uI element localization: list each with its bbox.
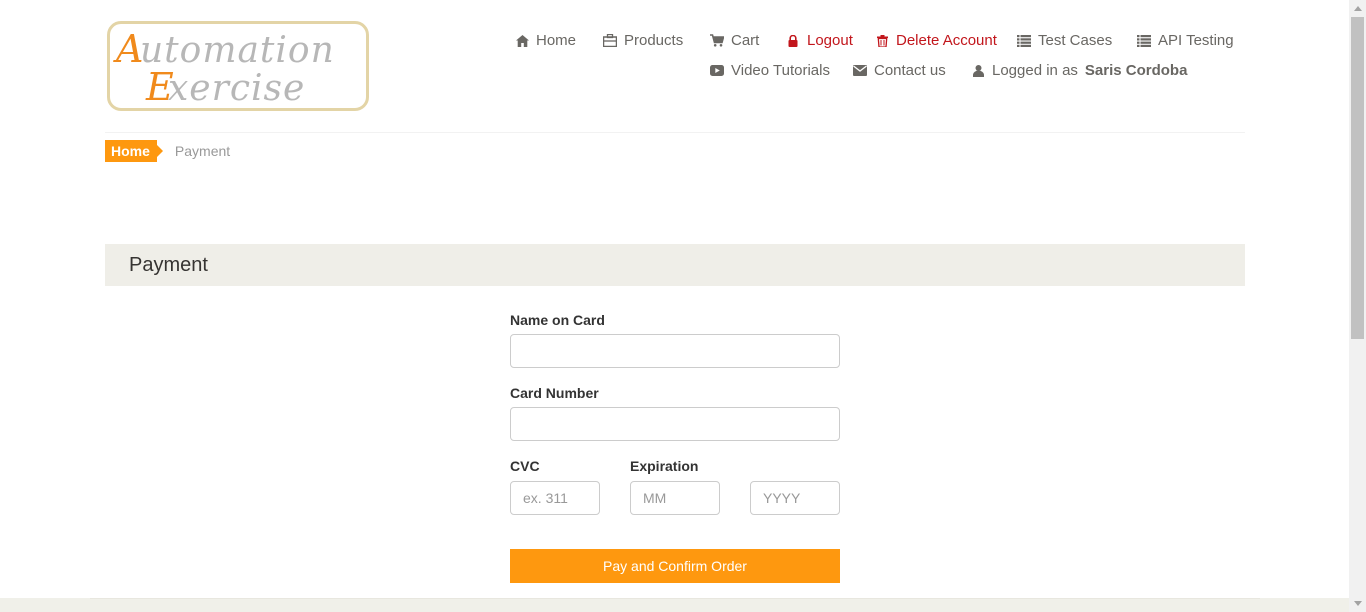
youtube-play-icon (710, 64, 724, 78)
trash-icon (875, 34, 889, 48)
nav-contact-us-label: Contact us (874, 62, 946, 79)
home-icon (515, 34, 529, 48)
nav-home[interactable]: Home (515, 32, 576, 49)
scroll-down-icon[interactable] (1349, 595, 1366, 612)
page-title: Payment (129, 254, 208, 276)
nav-video-tutorials-label: Video Tutorials (731, 62, 830, 79)
page-heading-bar: Payment (105, 244, 1245, 286)
payment-form: Name on Card Card Number CVC Expiration (510, 312, 840, 516)
cvc-label: CVC (510, 458, 540, 474)
cvc-input[interactable] (510, 481, 600, 515)
header-divider (105, 132, 1245, 133)
logged-in-username: Saris Cordoba (1084, 62, 1188, 79)
nav-delete-account[interactable]: Delete Account (875, 32, 997, 49)
cvc-expiration-row: CVC Expiration (510, 458, 840, 516)
list-icon (1017, 34, 1031, 48)
nav-test-cases-label: Test Cases (1038, 32, 1113, 49)
nav-test-cases[interactable]: Test Cases (1017, 32, 1112, 49)
nav-cart-label: Cart (731, 32, 760, 49)
breadcrumb: Home Payment (105, 140, 230, 162)
logged-in-prefix: Logged in as (992, 62, 1078, 79)
nav-logout-label: Logout (807, 32, 853, 49)
nav-api-testing[interactable]: API Testing (1137, 32, 1234, 49)
main-nav: Home Products Cart Logout Delete Account… (0, 0, 1366, 100)
list-icon (1137, 34, 1151, 48)
expiry-month-input[interactable] (630, 481, 720, 515)
briefcase-icon (603, 34, 617, 48)
name-on-card-label: Name on Card (510, 312, 605, 328)
card-number-label: Card Number (510, 385, 599, 401)
lock-icon (786, 34, 800, 48)
nav-delete-account-label: Delete Account (896, 32, 997, 49)
card-number-input[interactable] (510, 407, 840, 441)
name-on-card-input[interactable] (510, 334, 840, 368)
nav-products-label: Products (624, 32, 684, 49)
nav-logout[interactable]: Logout (786, 32, 853, 49)
breadcrumb-current: Payment (174, 143, 231, 159)
page-scrollbar[interactable] (1349, 0, 1366, 612)
scroll-up-icon[interactable] (1349, 0, 1366, 17)
nav-cart[interactable]: Cart (710, 32, 759, 49)
envelope-icon (853, 64, 867, 78)
cart-icon (710, 34, 724, 48)
pay-and-confirm-button[interactable]: Pay and Confirm Order (510, 549, 840, 583)
footer-inner (90, 598, 1260, 612)
user-icon (971, 64, 985, 78)
expiry-year-input[interactable] (750, 481, 840, 515)
nav-video-tutorials[interactable]: Video Tutorials (710, 62, 830, 79)
nav-home-label: Home (536, 32, 577, 49)
nav-api-testing-label: API Testing (1158, 32, 1234, 49)
scrollbar-thumb[interactable] (1351, 17, 1364, 339)
expiration-label: Expiration (630, 458, 699, 474)
logged-in-status: Logged in as Saris Cordoba (971, 62, 1187, 79)
breadcrumb-home[interactable]: Home (105, 140, 163, 162)
nav-contact-us[interactable]: Contact us (853, 62, 946, 79)
nav-products[interactable]: Products (603, 32, 683, 49)
